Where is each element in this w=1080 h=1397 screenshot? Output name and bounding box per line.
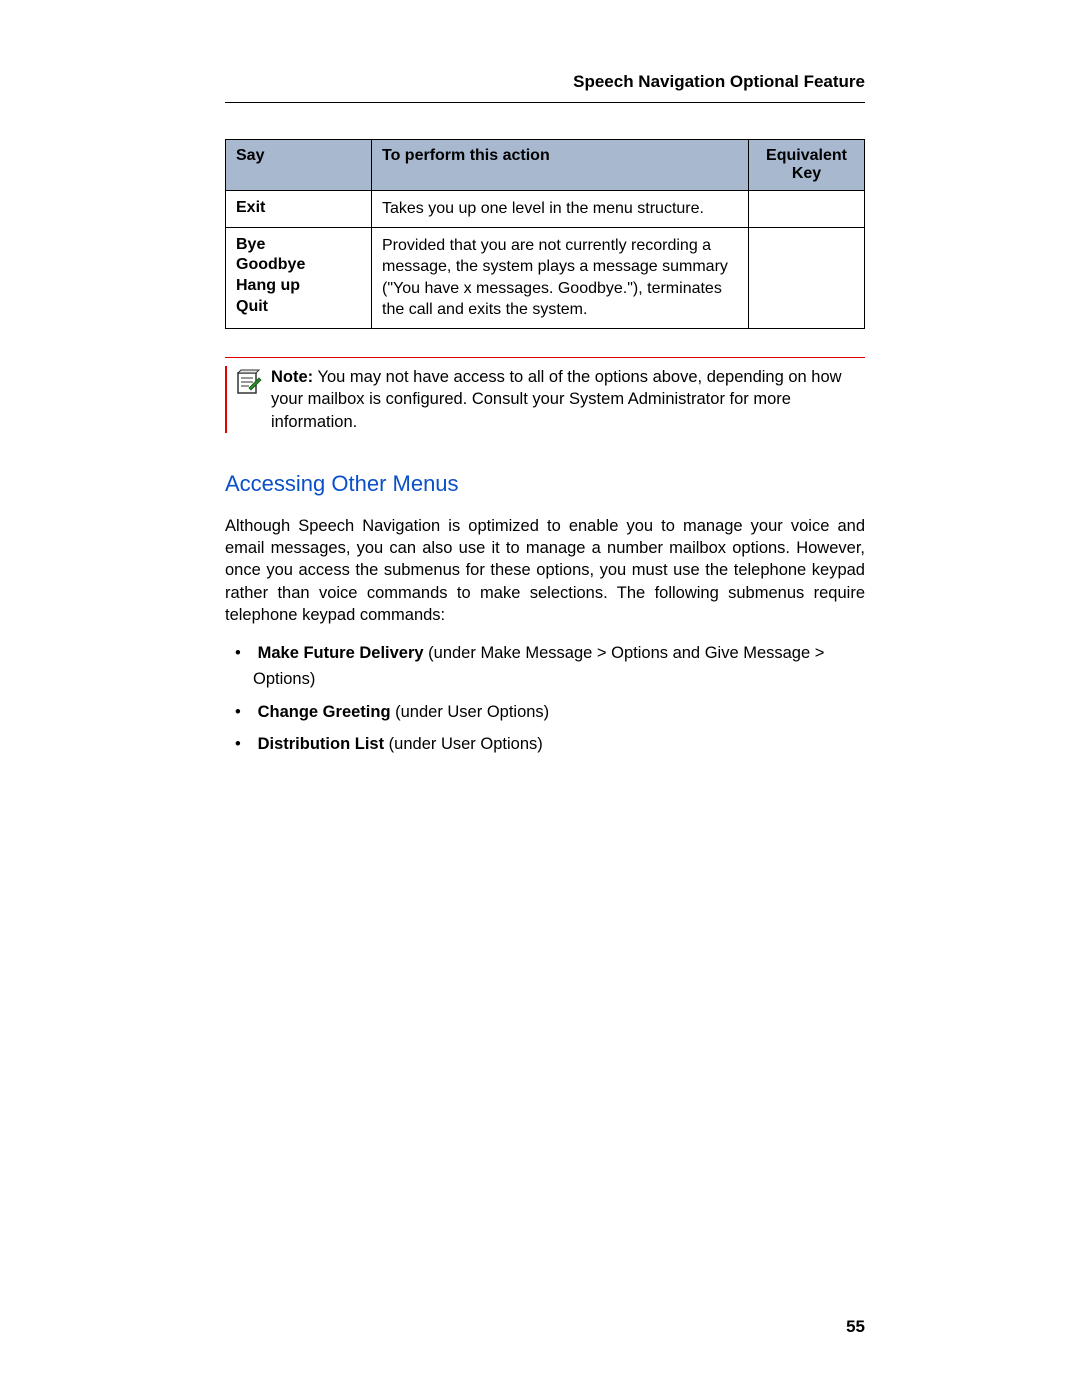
say-word: Goodbye — [236, 255, 361, 276]
section-heading: Accessing Other Menus — [225, 471, 865, 497]
say-word: Bye — [236, 235, 361, 256]
cell-key — [749, 191, 865, 228]
cell-say: Bye Goodbye Hang up Quit — [226, 227, 372, 328]
note-rule — [225, 366, 227, 433]
table-row: Exit Takes you up one level in the menu … — [226, 191, 865, 228]
bullet-rest: (under User Options) — [391, 703, 550, 721]
page-header: Speech Navigation Optional Feature — [225, 72, 865, 103]
list-item: Make Future Delivery (under Make Message… — [253, 640, 865, 693]
th-action: To perform this action — [372, 140, 749, 191]
bullet-list: Make Future Delivery (under Make Message… — [225, 640, 865, 758]
bullet-rest: (under User Options) — [384, 735, 543, 753]
table-row: Bye Goodbye Hang up Quit Provided that y… — [226, 227, 865, 328]
note-icon — [235, 368, 263, 401]
command-table: Say To perform this action Equivalent Ke… — [225, 139, 865, 329]
cell-key — [749, 227, 865, 328]
say-word: Hang up — [236, 276, 361, 297]
say-word: Quit — [236, 297, 361, 318]
say-word: Exit — [236, 198, 361, 219]
note-block: Note: You may not have access to all of … — [225, 357, 865, 433]
list-item: Distribution List (under User Options) — [253, 731, 865, 757]
body-paragraph: Although Speech Navigation is optimized … — [225, 515, 865, 626]
bullet-bold: Make Future Delivery — [258, 644, 424, 662]
note-text: Note: You may not have access to all of … — [271, 366, 865, 433]
cell-action: Takes you up one level in the menu struc… — [372, 191, 749, 228]
page-number: 55 — [846, 1317, 865, 1337]
bullet-bold: Distribution List — [258, 735, 385, 753]
note-body: You may not have access to all of the op… — [271, 368, 842, 431]
note-label: Note: — [271, 368, 313, 386]
th-say: Say — [226, 140, 372, 191]
th-key: Equivalent Key — [749, 140, 865, 191]
cell-say: Exit — [226, 191, 372, 228]
bullet-bold: Change Greeting — [258, 703, 391, 721]
cell-action: Provided that you are not currently reco… — [372, 227, 749, 328]
list-item: Change Greeting (under User Options) — [253, 699, 865, 725]
